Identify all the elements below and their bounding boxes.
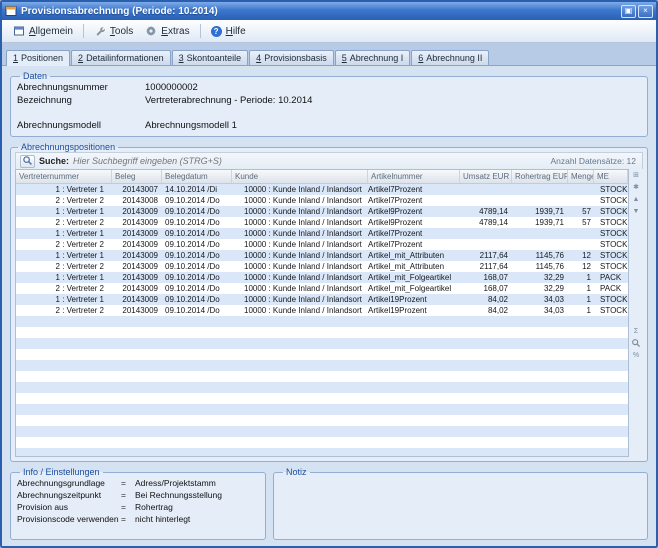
tab-bar: 1Positionen 2Detailinformationen 3Skonto… xyxy=(2,47,656,66)
filter-asterisk-icon[interactable]: ✱ xyxy=(630,182,642,192)
table-row[interactable]: 1 : Vertreter 1 20143007 14.10.2014 /Di … xyxy=(16,184,628,195)
gear-icon xyxy=(145,25,157,37)
menu-tools-label: Tools xyxy=(110,26,133,37)
search-icon xyxy=(22,154,33,169)
search-input[interactable] xyxy=(73,156,546,166)
search-button[interactable] xyxy=(20,155,35,168)
daten-legend: Daten xyxy=(20,71,50,81)
menu-allgemein[interactable]: Allgemein xyxy=(7,23,79,39)
info-einstellungen-group: Info / Einstellungen Abrechnungsgrundlag… xyxy=(10,467,266,540)
table-body: 1 : Vertreter 1 20143007 14.10.2014 /Di … xyxy=(16,184,628,316)
percent-icon[interactable]: % xyxy=(630,350,642,360)
tab-abrechnung-1[interactable]: 5Abrechnung I xyxy=(335,50,411,65)
table-row[interactable]: 2 : Vertreter 2 20143009 09.10.2014 /Do … xyxy=(16,239,628,250)
table-row[interactable]: 2 : Vertreter 2 20143009 09.10.2014 /Do … xyxy=(16,305,628,316)
toolbar: Allgemein Tools Extras ? Hilfe xyxy=(2,20,656,43)
col-vertreternummer[interactable]: Vertreternummer xyxy=(16,170,112,183)
col-beleg[interactable]: Beleg xyxy=(112,170,162,183)
positionen-legend: Abrechnungspositionen xyxy=(18,142,118,152)
table-row[interactable]: 1 : Vertreter 1 20143009 09.10.2014 /Do … xyxy=(16,294,628,305)
table-row[interactable]: 2 : Vertreter 2 20143009 09.10.2014 /Do … xyxy=(16,261,628,272)
help-icon: ? xyxy=(211,26,222,37)
toolbar-separator xyxy=(200,24,201,38)
col-kunde[interactable]: Kunde xyxy=(232,170,368,183)
titlebar: Provisionsabrechnung (Periode: 10.2014) … xyxy=(2,2,656,20)
tab-skontoanteile[interactable]: 3Skontoanteile xyxy=(172,50,249,65)
menu-hilfe[interactable]: ? Hilfe xyxy=(205,24,252,39)
field-abrechnungsmodell: Abrechnungsmodell Abrechnungsmodell 1 xyxy=(17,119,641,132)
empty-rows-area xyxy=(16,316,628,456)
field-bezeichnung: Bezeichnung Vertreterabrechnung - Period… xyxy=(17,94,641,107)
menu-hilfe-label: Hilfe xyxy=(226,26,246,37)
tab-detailinformationen[interactable]: 2Detailinformationen xyxy=(71,50,171,65)
scroll-down-icon[interactable]: ▼ xyxy=(630,206,642,216)
toolbar-separator xyxy=(83,24,84,38)
close-button[interactable]: × xyxy=(638,5,653,18)
info-row: Abrechnungszeitpunkt = Bei Rechnungsstel… xyxy=(17,489,259,501)
tab-abrechnung-2[interactable]: 6Abrechnung II xyxy=(411,50,489,65)
table-row[interactable]: 1 : Vertreter 1 20143009 09.10.2014 /Do … xyxy=(16,206,628,217)
equals-separator: = xyxy=(121,513,135,525)
table-row[interactable]: 1 : Vertreter 1 20143009 09.10.2014 /Do … xyxy=(16,228,628,239)
notiz-group: Notiz xyxy=(273,467,648,540)
pin-button[interactable]: ▣ xyxy=(621,5,636,18)
tab-provisionsbasis[interactable]: 4Provisionsbasis xyxy=(249,50,334,65)
equals-separator: = xyxy=(121,489,135,501)
field-abrechnungsnummer: Abrechnungsnummer 1000000002 xyxy=(17,81,641,94)
sum-icon[interactable]: Σ xyxy=(630,326,642,336)
tab-positionen[interactable]: 1Positionen xyxy=(6,50,70,66)
equals-separator: = xyxy=(121,501,135,513)
window-title: Provisionsabrechnung (Periode: 10.2014) xyxy=(21,6,617,17)
equals-separator: = xyxy=(121,477,135,489)
app-window: Provisionsabrechnung (Periode: 10.2014) … xyxy=(0,0,658,548)
column-chooser-icon[interactable]: ⊞ xyxy=(630,170,642,180)
table-row[interactable]: 2 : Vertreter 2 20143009 09.10.2014 /Do … xyxy=(16,283,628,294)
menu-extras[interactable]: Extras xyxy=(139,23,195,39)
daten-group: Daten Abrechnungsnummer 1000000002 Bezei… xyxy=(10,71,648,137)
table-row[interactable]: 2 : Vertreter 2 20143008 09.10.2014 /Do … xyxy=(16,195,628,206)
tab-content: Daten Abrechnungsnummer 1000000002 Bezei… xyxy=(2,66,656,546)
info-rows: Abrechnungsgrundlage = Adress/Projektsta… xyxy=(17,477,259,525)
record-count: Anzahl Datensätze: 12 xyxy=(550,156,638,166)
menu-extras-label: Extras xyxy=(161,26,189,37)
menu-tools[interactable]: Tools xyxy=(88,23,139,39)
col-rohertrag[interactable]: Rohertrag EUR xyxy=(512,170,568,183)
notiz-legend: Notiz xyxy=(283,467,310,477)
abrechnungspositionen-group: Abrechnungspositionen Suche: Anzahl Date… xyxy=(10,142,648,462)
app-icon xyxy=(5,5,17,17)
wrench-icon xyxy=(94,25,106,37)
table-row[interactable]: 2 : Vertreter 2 20143009 09.10.2014 /Do … xyxy=(16,217,628,228)
allgemein-icon xyxy=(13,25,25,37)
table-row[interactable]: 1 : Vertreter 1 20143009 09.10.2014 /Do … xyxy=(16,272,628,283)
col-artikelnummer[interactable]: Artikelnummer xyxy=(368,170,460,183)
table-header: Vertreternummer Beleg Belegdatum Kunde A… xyxy=(16,170,628,184)
info-row: Provision aus = Rohertrag xyxy=(17,501,259,513)
col-belegdatum[interactable]: Belegdatum xyxy=(162,170,232,183)
table-side-rail: ⊞ ✱ ▲ ▼ Σ % xyxy=(629,169,643,457)
magnifier-icon[interactable] xyxy=(630,338,642,348)
search-bar: Suche: Anzahl Datensätze: 12 xyxy=(15,152,643,169)
note-area[interactable] xyxy=(280,477,641,535)
info-row: Provisionscode verwenden = nicht hinterl… xyxy=(17,513,259,525)
positions-table: Vertreternummer Beleg Belegdatum Kunde A… xyxy=(15,169,629,457)
info-legend: Info / Einstellungen xyxy=(20,467,103,477)
scroll-up-icon[interactable]: ▲ xyxy=(630,194,642,204)
col-umsatz[interactable]: Umsatz EUR xyxy=(460,170,512,183)
search-label: Suche: xyxy=(39,156,69,166)
table-row[interactable]: 1 : Vertreter 1 20143009 09.10.2014 /Do … xyxy=(16,250,628,261)
col-menge[interactable]: Menge xyxy=(568,170,594,183)
menu-allgemein-label: Allgemein xyxy=(29,26,73,37)
col-me[interactable]: ME xyxy=(594,170,628,183)
info-row: Abrechnungsgrundlage = Adress/Projektsta… xyxy=(17,477,259,489)
